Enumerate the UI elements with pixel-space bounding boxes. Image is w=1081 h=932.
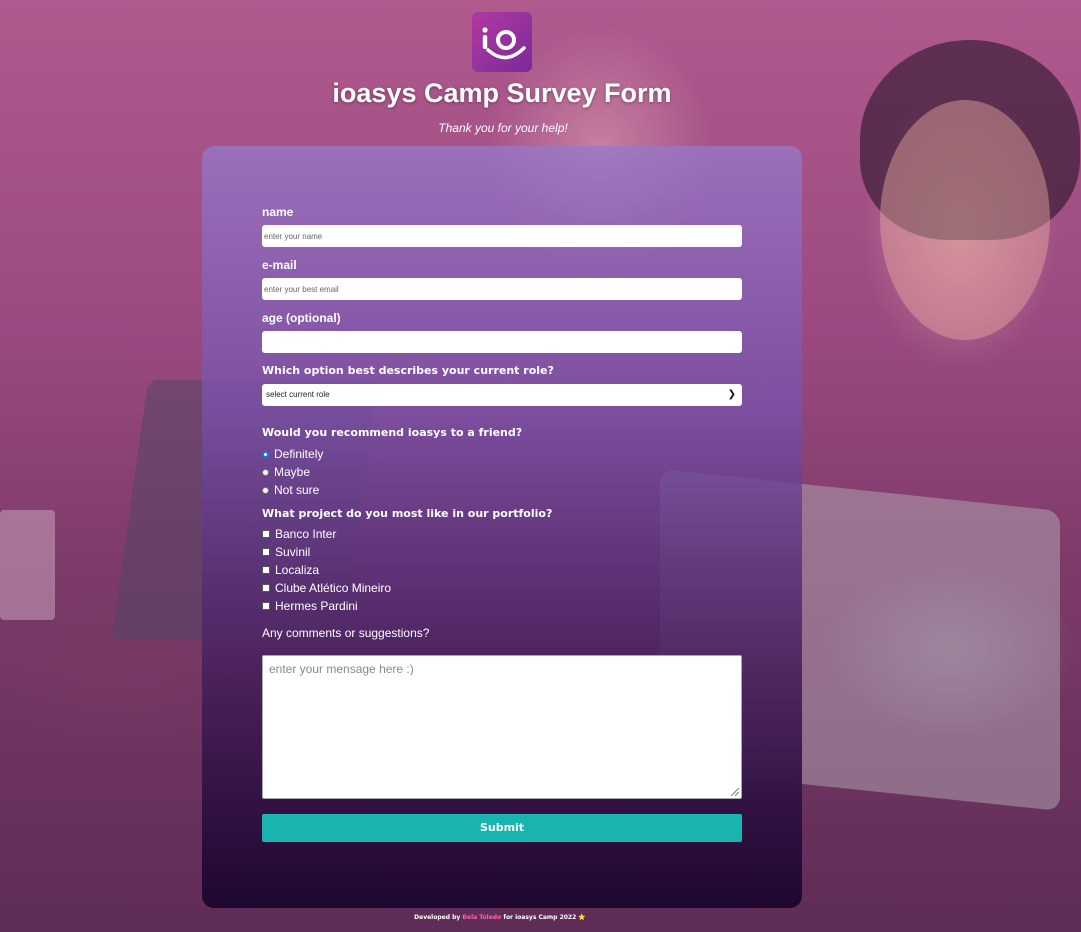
recommend-option-label: Not sure: [274, 483, 320, 497]
recommend-option-label: Definitely: [274, 447, 324, 461]
checkbox[interactable]: [262, 584, 270, 592]
page-subtitle: Thank you for your help!: [438, 121, 568, 135]
ioasys-logo-icon: [472, 12, 532, 72]
checkbox[interactable]: [262, 548, 270, 556]
project-option-banco-inter[interactable]: Banco Inter: [262, 527, 336, 541]
email-field[interactable]: [262, 278, 742, 300]
background-photo-glass: [0, 510, 55, 620]
radio-button[interactable]: [262, 450, 269, 458]
chevron-down-icon: ❯: [727, 389, 736, 400]
project-option-clube-atletico-mineiro[interactable]: Clube Atlético Mineiro: [262, 581, 391, 595]
age-field[interactable]: [262, 331, 742, 353]
name-label: name: [262, 205, 294, 219]
radio-button[interactable]: [262, 468, 269, 476]
footer-suffix: for ioasys Camp 2022: [503, 914, 577, 921]
recommend-question: Would you recommend ioasys to a friend?: [262, 426, 523, 439]
survey-form-card: name e-mail age (optional) Which option …: [202, 146, 802, 908]
age-label: age (optional): [262, 311, 341, 325]
star-icon: ⭐: [578, 914, 586, 921]
background-photo-face: [880, 100, 1050, 340]
comments-placeholder: enter your mensage here :): [269, 662, 414, 676]
checkbox[interactable]: [262, 602, 270, 610]
email-label: e-mail: [262, 258, 297, 272]
project-option-label: Banco Inter: [275, 527, 337, 541]
page-title: ioasys Camp Survey Form: [332, 78, 672, 108]
radio-button[interactable]: [262, 486, 269, 494]
project-option-label: Hermes Pardini: [275, 599, 358, 613]
recommend-option-label: Maybe: [274, 465, 311, 479]
checkbox[interactable]: [262, 566, 270, 574]
footer: Developed by Bela Toledo for ioasys Camp…: [0, 914, 1000, 921]
comments-label: Any comments or suggestions?: [262, 626, 430, 640]
recommend-option-not-sure[interactable]: Not sure: [262, 483, 319, 497]
footer-prefix: Developed by: [414, 914, 461, 921]
comments-textarea[interactable]: enter your mensage here :): [262, 655, 742, 799]
project-option-label: Clube Atlético Mineiro: [275, 581, 392, 595]
role-select-value: select current role: [266, 390, 330, 399]
project-option-suvinil[interactable]: Suvinil: [262, 545, 310, 559]
name-field[interactable]: [262, 225, 742, 247]
projects-question: What project do you most like in our por…: [262, 507, 553, 520]
background-photo-person: [860, 40, 1080, 240]
project-option-hermes-pardini[interactable]: Hermes Pardini: [262, 599, 358, 613]
resize-handle-icon[interactable]: [731, 788, 739, 796]
project-option-localiza[interactable]: Localiza: [262, 563, 319, 577]
role-question: Which option best describes your current…: [262, 364, 554, 377]
project-option-label: Localiza: [275, 563, 320, 577]
role-select[interactable]: select current role ❯: [262, 384, 742, 406]
project-option-label: Suvinil: [275, 545, 311, 559]
recommend-option-maybe[interactable]: Maybe: [262, 465, 310, 479]
footer-author-link[interactable]: Bela Toledo: [462, 914, 501, 921]
checkbox[interactable]: [262, 530, 270, 538]
submit-button[interactable]: Submit: [262, 814, 742, 842]
recommend-option-definitely[interactable]: Definitely: [262, 447, 323, 461]
